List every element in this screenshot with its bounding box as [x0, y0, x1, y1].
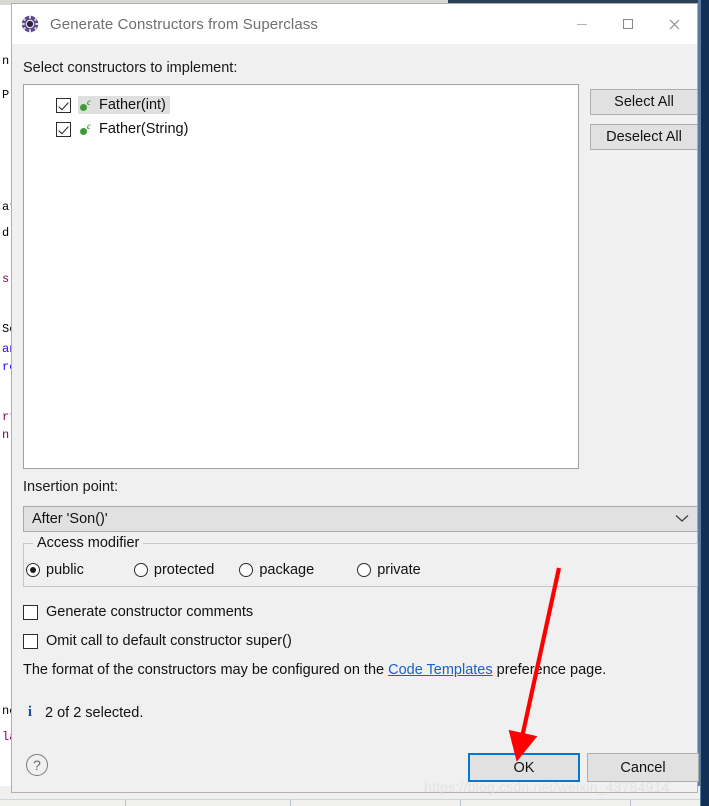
radio-package[interactable]: package: [239, 562, 314, 578]
format-note-suffix: preference page.: [492, 662, 607, 678]
ide-code-fragment: P: [2, 88, 10, 102]
ide-code-fragment: n: [2, 428, 10, 442]
ide-grid-tick: [290, 799, 291, 806]
ok-button[interactable]: OK: [468, 753, 580, 782]
dialog-title: Generate Constructors from Superclass: [50, 15, 318, 33]
constructor-checkbox[interactable]: [56, 97, 71, 113]
ide-bottom-grid-line: [0, 799, 700, 800]
list-item-label: Father(int): [99, 97, 166, 113]
insertion-point-combo[interactable]: After 'Son()': [23, 506, 698, 532]
maximize-icon[interactable]: [605, 4, 651, 44]
generate-comments-option[interactable]: Generate constructor comments: [23, 604, 253, 620]
generate-comments-label: Generate constructor comments: [46, 604, 254, 620]
constructors-list[interactable]: c Father(int) c Father(String): [23, 84, 579, 469]
ide-grid-tick: [460, 799, 461, 806]
insertion-point-label: Insertion point:: [23, 479, 119, 495]
generate-constructors-dialog: Generate Constructors from Superclass Se…: [11, 3, 699, 793]
radio-private-label: private: [377, 562, 421, 578]
omit-super-checkbox[interactable]: [23, 633, 38, 649]
window-controls: [559, 4, 697, 44]
list-item[interactable]: c Father(int): [24, 93, 578, 117]
cancel-button[interactable]: Cancel: [587, 753, 699, 782]
list-item-label: Father(String): [99, 121, 189, 137]
constructor-icon: c: [80, 96, 96, 113]
radio-public-label: public: [46, 562, 84, 578]
ide-navy-right-edge: [701, 0, 709, 806]
radio-private[interactable]: private: [357, 562, 421, 578]
radio-public[interactable]: public: [26, 562, 84, 578]
generate-comments-checkbox[interactable]: [23, 604, 38, 620]
format-note-prefix: The format of the constructors may be co…: [23, 662, 389, 678]
status-text: 2 of 2 selected.: [45, 704, 144, 721]
radio-protected[interactable]: protected: [133, 562, 215, 578]
select-constructors-label: Select constructors to implement:: [23, 60, 238, 76]
ide-grid-tick: [125, 799, 126, 806]
omit-super-label: Omit call to default constructor super(): [46, 633, 292, 649]
access-modifier-radios: public protected package private: [26, 562, 446, 578]
constructor-icon: c: [80, 120, 96, 137]
access-modifier-legend: Access modifier: [33, 535, 144, 551]
radio-protected-label: protected: [153, 562, 215, 578]
eclipse-gear-icon: [21, 15, 39, 33]
watermark: https://blog.csdn.net/weixin_43784914: [424, 779, 670, 795]
ide-code-fragment: d: [2, 226, 10, 240]
list-item[interactable]: c Father(String): [24, 117, 578, 141]
radio-package-label: package: [259, 562, 315, 578]
constructor-badge-label: c: [87, 96, 91, 107]
minimize-icon[interactable]: [559, 4, 605, 44]
help-button[interactable]: ?: [26, 754, 48, 776]
ide-grid-tick: [630, 799, 631, 806]
chevron-down-icon: [675, 510, 689, 528]
select-all-button[interactable]: Select All: [590, 89, 698, 115]
format-note: The format of the constructors may be co…: [23, 662, 606, 678]
omit-super-option[interactable]: Omit call to default constructor super(): [23, 633, 292, 649]
code-templates-link[interactable]: Code Templates: [388, 662, 493, 678]
constructor-badge-label: c: [87, 120, 91, 131]
ide-code-fragment: s: [2, 272, 10, 286]
dialog-titlebar[interactable]: Generate Constructors from Superclass: [12, 4, 697, 44]
insertion-point-value: After 'Son()': [32, 511, 108, 527]
dialog-body: Select constructors to implement: c Fath…: [12, 44, 699, 792]
constructor-checkbox[interactable]: [56, 121, 71, 137]
info-icon: i: [27, 704, 33, 720]
deselect-all-button[interactable]: Deselect All: [590, 124, 698, 150]
status-row: i 2 of 2 selected.: [23, 704, 143, 721]
close-icon[interactable]: [651, 4, 697, 44]
